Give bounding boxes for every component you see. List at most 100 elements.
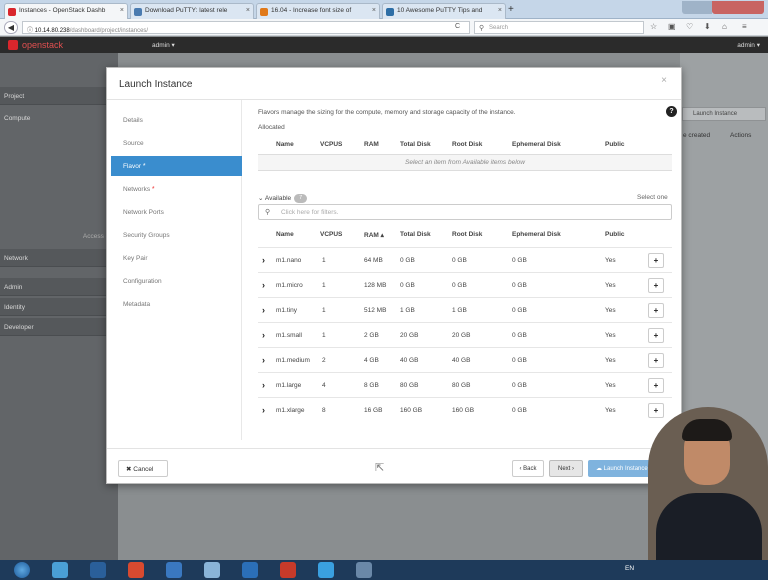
info-icon: ⓘ	[27, 28, 35, 34]
filter-placeholder: Click here for filters.	[281, 209, 339, 216]
openstack-favicon-icon	[8, 8, 16, 16]
tab-increase-font-size[interactable]: 16.04 - Increase font size of ×	[256, 3, 380, 19]
available-col-total-disk[interactable]: Total Disk	[400, 231, 431, 238]
new-tab-button[interactable]: +	[508, 4, 514, 15]
available-col-ram[interactable]: RAM ▴	[364, 231, 384, 239]
taskbar-app-icon[interactable]	[356, 562, 372, 578]
back-button[interactable]: ‹ Back	[512, 460, 544, 477]
taskbar-app-icon[interactable]	[280, 562, 296, 578]
window-close-button[interactable]	[712, 1, 764, 14]
add-flavor-button[interactable]: +	[648, 353, 664, 368]
close-icon[interactable]: ×	[661, 75, 667, 86]
step-network-ports[interactable]: Network Ports	[111, 202, 242, 222]
download-icon[interactable]: ⬇	[704, 22, 711, 31]
chevron-right-icon[interactable]: ›	[262, 405, 265, 415]
cancel-button[interactable]: ✖ Cancel	[118, 460, 168, 477]
close-icon[interactable]: ×	[372, 7, 376, 14]
filter-input[interactable]: ⚲ Click here for filters.	[258, 204, 672, 220]
table-row: › m1.small 1 2 GB 20 GB 20 GB 0 GB Yes +	[258, 322, 672, 347]
background-launch-instance-button[interactable]: Launch Instance	[682, 107, 766, 121]
user-menu[interactable]: admin ▾	[737, 41, 760, 49]
chevron-right-icon[interactable]: ›	[262, 380, 265, 390]
tab-putty-download[interactable]: Download PuTTY: latest rele ×	[130, 3, 254, 19]
taskbar-app-icon[interactable]	[318, 562, 334, 578]
start-button-icon[interactable]	[14, 562, 30, 578]
close-icon[interactable]: ×	[246, 7, 250, 14]
next-button[interactable]: Next ›	[549, 460, 583, 477]
reading-list-icon[interactable]: ▣	[668, 22, 676, 31]
step-details[interactable]: Details	[111, 110, 242, 130]
flavor-public: Yes	[605, 282, 616, 289]
flavor-root-disk: 80 GB	[452, 382, 471, 389]
sidebar-item-project[interactable]: Project	[0, 87, 118, 105]
chevron-right-icon[interactable]: ›	[262, 255, 265, 265]
flavor-total-disk: 80 GB	[400, 382, 419, 389]
taskbar-app-icon[interactable]	[90, 562, 106, 578]
chevron-right-icon[interactable]: ›	[262, 355, 265, 365]
tab-putty-tips[interactable]: 10 Awesome PuTTY Tips and ×	[382, 3, 506, 19]
available-col-name[interactable]: Name	[276, 231, 294, 238]
add-flavor-button[interactable]: +	[648, 253, 664, 268]
search-input[interactable]: ⚲ Search	[474, 21, 644, 34]
step-configuration[interactable]: Configuration	[111, 271, 242, 291]
flavor-root-disk: 20 GB	[452, 332, 471, 339]
window-minimize-maximize[interactable]	[682, 1, 712, 14]
taskbar-app-icon[interactable]	[204, 562, 220, 578]
sidebar-item-compute[interactable]: Compute	[0, 109, 118, 127]
back-arrow-icon[interactable]: ◀	[4, 21, 18, 34]
add-flavor-button[interactable]: +	[648, 403, 664, 418]
sidebar-item-developer[interactable]: Developer	[0, 318, 118, 336]
available-col-vcpus[interactable]: VCPUS	[320, 231, 342, 238]
mouse-cursor-icon: ⇱	[375, 462, 385, 474]
flavor-ephemeral-disk: 0 GB	[512, 382, 527, 389]
step-key-pair[interactable]: Key Pair	[111, 248, 242, 268]
available-col-public[interactable]: Public	[605, 231, 625, 238]
sidebar-item-identity[interactable]: Identity	[0, 298, 118, 316]
sidebar-item-network[interactable]: Network	[0, 249, 118, 267]
step-metadata[interactable]: Metadata	[111, 294, 242, 314]
flavor-root-disk: 0 GB	[452, 282, 467, 289]
required-asterisk: *	[142, 163, 146, 170]
close-icon[interactable]: ×	[498, 7, 502, 14]
flavor-name: m1.nano	[276, 257, 302, 264]
add-flavor-button[interactable]: +	[648, 328, 664, 343]
help-icon[interactable]: ?	[666, 106, 677, 117]
available-toggle[interactable]: ⌄ Available 7	[258, 194, 308, 203]
address-bar[interactable]: ⓘ 10.14.80.238/dashboard/project/instanc…	[22, 21, 470, 34]
flavor-vcpus: 2	[322, 357, 326, 364]
step-source[interactable]: Source	[111, 133, 242, 153]
home-icon[interactable]: ⌂	[722, 22, 727, 31]
add-flavor-button[interactable]: +	[648, 303, 664, 318]
sidebar-item-admin[interactable]: Admin	[0, 278, 118, 296]
reload-icon[interactable]: C	[455, 23, 460, 30]
allocated-col-public: Public	[605, 141, 625, 148]
sidebar-item-access[interactable]: Access &	[0, 227, 118, 245]
flavor-total-disk: 1 GB	[400, 307, 415, 314]
pocket-icon[interactable]: ♡	[686, 22, 693, 31]
step-networks[interactable]: Networks *	[111, 179, 242, 199]
menu-icon[interactable]: ≡	[742, 22, 747, 31]
flavor-ephemeral-disk: 0 GB	[512, 257, 527, 264]
add-flavor-button[interactable]: +	[648, 378, 664, 393]
available-col-root-disk[interactable]: Root Disk	[452, 231, 482, 238]
step-security-groups[interactable]: Security Groups	[111, 225, 242, 245]
taskbar-app-icon[interactable]	[52, 562, 68, 578]
chevron-right-icon[interactable]: ›	[262, 305, 265, 315]
step-label: Security Groups	[123, 232, 170, 239]
flavor-public: Yes	[605, 257, 616, 264]
taskbar-app-icon[interactable]	[166, 562, 182, 578]
step-flavor[interactable]: Flavor *	[111, 156, 242, 176]
allocated-heading: Allocated	[258, 124, 285, 131]
tab-openstack-instances[interactable]: Instances - OpenStack Dashb ×	[4, 3, 128, 19]
project-selector[interactable]: admin ▾	[152, 41, 175, 49]
system-tray-language[interactable]: EN	[625, 565, 634, 572]
bookmark-star-icon[interactable]: ☆	[650, 22, 657, 31]
available-col-ephemeral-disk[interactable]: Ephemeral Disk	[512, 231, 561, 238]
close-icon[interactable]: ×	[120, 7, 124, 14]
taskbar-app-icon[interactable]	[128, 562, 144, 578]
add-flavor-button[interactable]: +	[648, 278, 664, 293]
chevron-right-icon[interactable]: ›	[262, 280, 265, 290]
chevron-right-icon[interactable]: ›	[262, 330, 265, 340]
taskbar-app-icon[interactable]	[242, 562, 258, 578]
launch-instance-modal: Launch Instance × Details Source Flavor …	[106, 67, 682, 484]
